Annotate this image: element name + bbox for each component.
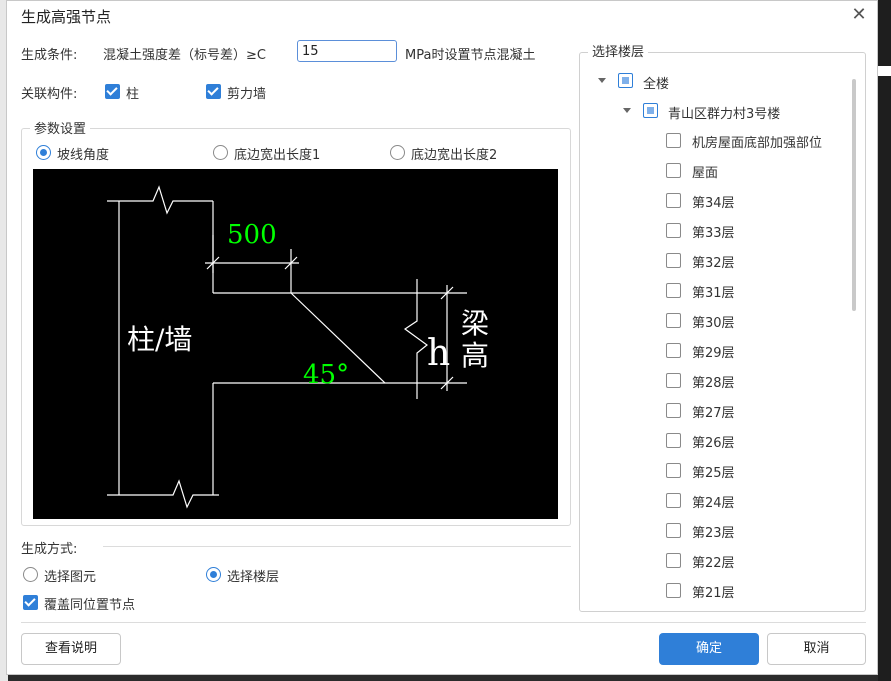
radio-bottom-width-1[interactable] [213, 145, 228, 160]
radio-bottom-width-2-label: 底边宽出长度2 [411, 148, 498, 163]
floor-item-label: 第27层 [692, 406, 735, 421]
floor-checkbox[interactable] [666, 133, 681, 148]
floor-item-label: 第29层 [692, 346, 735, 361]
beam-label-bottom: 高 [461, 339, 489, 372]
radio-select-floor-label: 选择楼层 [227, 570, 280, 585]
background-window-right [878, 0, 891, 681]
overwrite-checkbox-label: 覆盖同位置节点 [44, 598, 136, 613]
shear-wall-checkbox-label: 剪力墙 [227, 87, 267, 102]
floor-checkbox[interactable] [666, 373, 681, 388]
footer-separator [21, 622, 866, 623]
shear-wall-checkbox[interactable] [206, 84, 221, 99]
floor-checkbox[interactable] [666, 403, 681, 418]
floor-item-label: 第22层 [692, 556, 735, 571]
related-label: 关联构件: [21, 87, 78, 102]
radio-bottom-width-1-label: 底边宽出长度1 [234, 148, 321, 163]
floor-item-label: 第24层 [692, 496, 735, 511]
floor-checkbox[interactable] [666, 163, 681, 178]
floor-panel-title: 选择楼层 [588, 41, 649, 60]
building-label: 青山区群力村3号楼 [668, 107, 781, 122]
column-top-break-line [107, 185, 213, 215]
floor-checkbox[interactable] [666, 583, 681, 598]
radio-slope-angle-label: 坡线角度 [57, 148, 110, 163]
floor-root-checkbox[interactable] [618, 73, 633, 88]
floor-root-label: 全楼 [643, 77, 670, 92]
beam-label-top: 梁 [461, 307, 489, 340]
floor-checkbox[interactable] [666, 313, 681, 328]
floor-tree-scrollbar[interactable] [852, 79, 856, 311]
overwrite-checkbox[interactable] [23, 595, 38, 610]
node-diagram: 柱/墙 500 45° h 梁 高 [33, 169, 558, 519]
beam-break-line [403, 279, 428, 399]
node-diagram-svg: 柱/墙 500 45° h 梁 高 [107, 185, 489, 509]
column-bottom-break-line [107, 479, 219, 509]
cancel-button[interactable]: 取消 [767, 633, 866, 665]
floor-item-label: 第23层 [692, 526, 735, 541]
radio-select-element[interactable] [23, 567, 38, 582]
angle-45-label: 45° [303, 360, 349, 390]
floor-item-label: 第25层 [692, 466, 735, 481]
column-checkbox-label: 柱 [126, 87, 140, 102]
generate-node-dialog: 生成高强节点 ✕ 生成条件: 混凝土强度差（标号差）≥C MPa时设置节点混凝土… [6, 0, 878, 675]
floor-item-label: 第21层 [692, 586, 735, 601]
strength-diff-input[interactable] [297, 40, 397, 62]
expand-building-icon[interactable] [623, 108, 631, 113]
floor-item-label: 第31层 [692, 286, 735, 301]
floor-checkbox[interactable] [666, 253, 681, 268]
condition-suffix: MPa时设置节点混凝土 [405, 48, 536, 63]
floor-item-label: 第28层 [692, 376, 735, 391]
floor-checkbox[interactable] [666, 553, 681, 568]
floor-item-label: 机房屋面底部加强部位 [692, 136, 823, 151]
dialog-title: 生成高强节点 [21, 8, 112, 26]
column-checkbox[interactable] [105, 84, 120, 99]
radio-select-floor[interactable] [206, 567, 221, 582]
background-window-strip [878, 66, 891, 76]
floor-checkbox[interactable] [666, 223, 681, 238]
help-button[interactable]: 查看说明 [21, 633, 121, 665]
condition-label: 生成条件: [21, 48, 78, 63]
condition-text: 混凝土强度差（标号差）≥C [103, 48, 266, 63]
floor-item-label: 第33层 [692, 226, 735, 241]
floor-item-label: 第34层 [692, 196, 735, 211]
floor-item-label: 屋面 [692, 166, 719, 181]
building-checkbox[interactable] [643, 103, 658, 118]
close-icon[interactable]: ✕ [847, 3, 871, 27]
floor-checkbox[interactable] [666, 433, 681, 448]
h-label: h [427, 333, 450, 374]
radio-select-element-label: 选择图元 [44, 570, 97, 585]
floor-checkbox[interactable] [666, 343, 681, 358]
floor-checkbox[interactable] [666, 283, 681, 298]
floor-checkbox[interactable] [666, 523, 681, 538]
floor-checkbox[interactable] [666, 493, 681, 508]
method-label: 生成方式: [21, 542, 78, 557]
floor-item-label: 第30层 [692, 316, 735, 331]
floor-checkbox[interactable] [666, 463, 681, 478]
ok-button[interactable]: 确定 [659, 633, 759, 665]
dimension-500-label: 500 [227, 220, 277, 250]
floor-item-label: 第26层 [692, 436, 735, 451]
floor-checkbox[interactable] [666, 193, 681, 208]
params-group-title: 参数设置 [30, 118, 91, 137]
method-separator [103, 546, 571, 547]
radio-slope-angle[interactable] [36, 145, 51, 160]
floor-item-label: 第32层 [692, 256, 735, 271]
radio-bottom-width-2[interactable] [390, 145, 405, 160]
expand-root-icon[interactable] [598, 78, 606, 83]
column-wall-label: 柱/墙 [127, 323, 192, 356]
